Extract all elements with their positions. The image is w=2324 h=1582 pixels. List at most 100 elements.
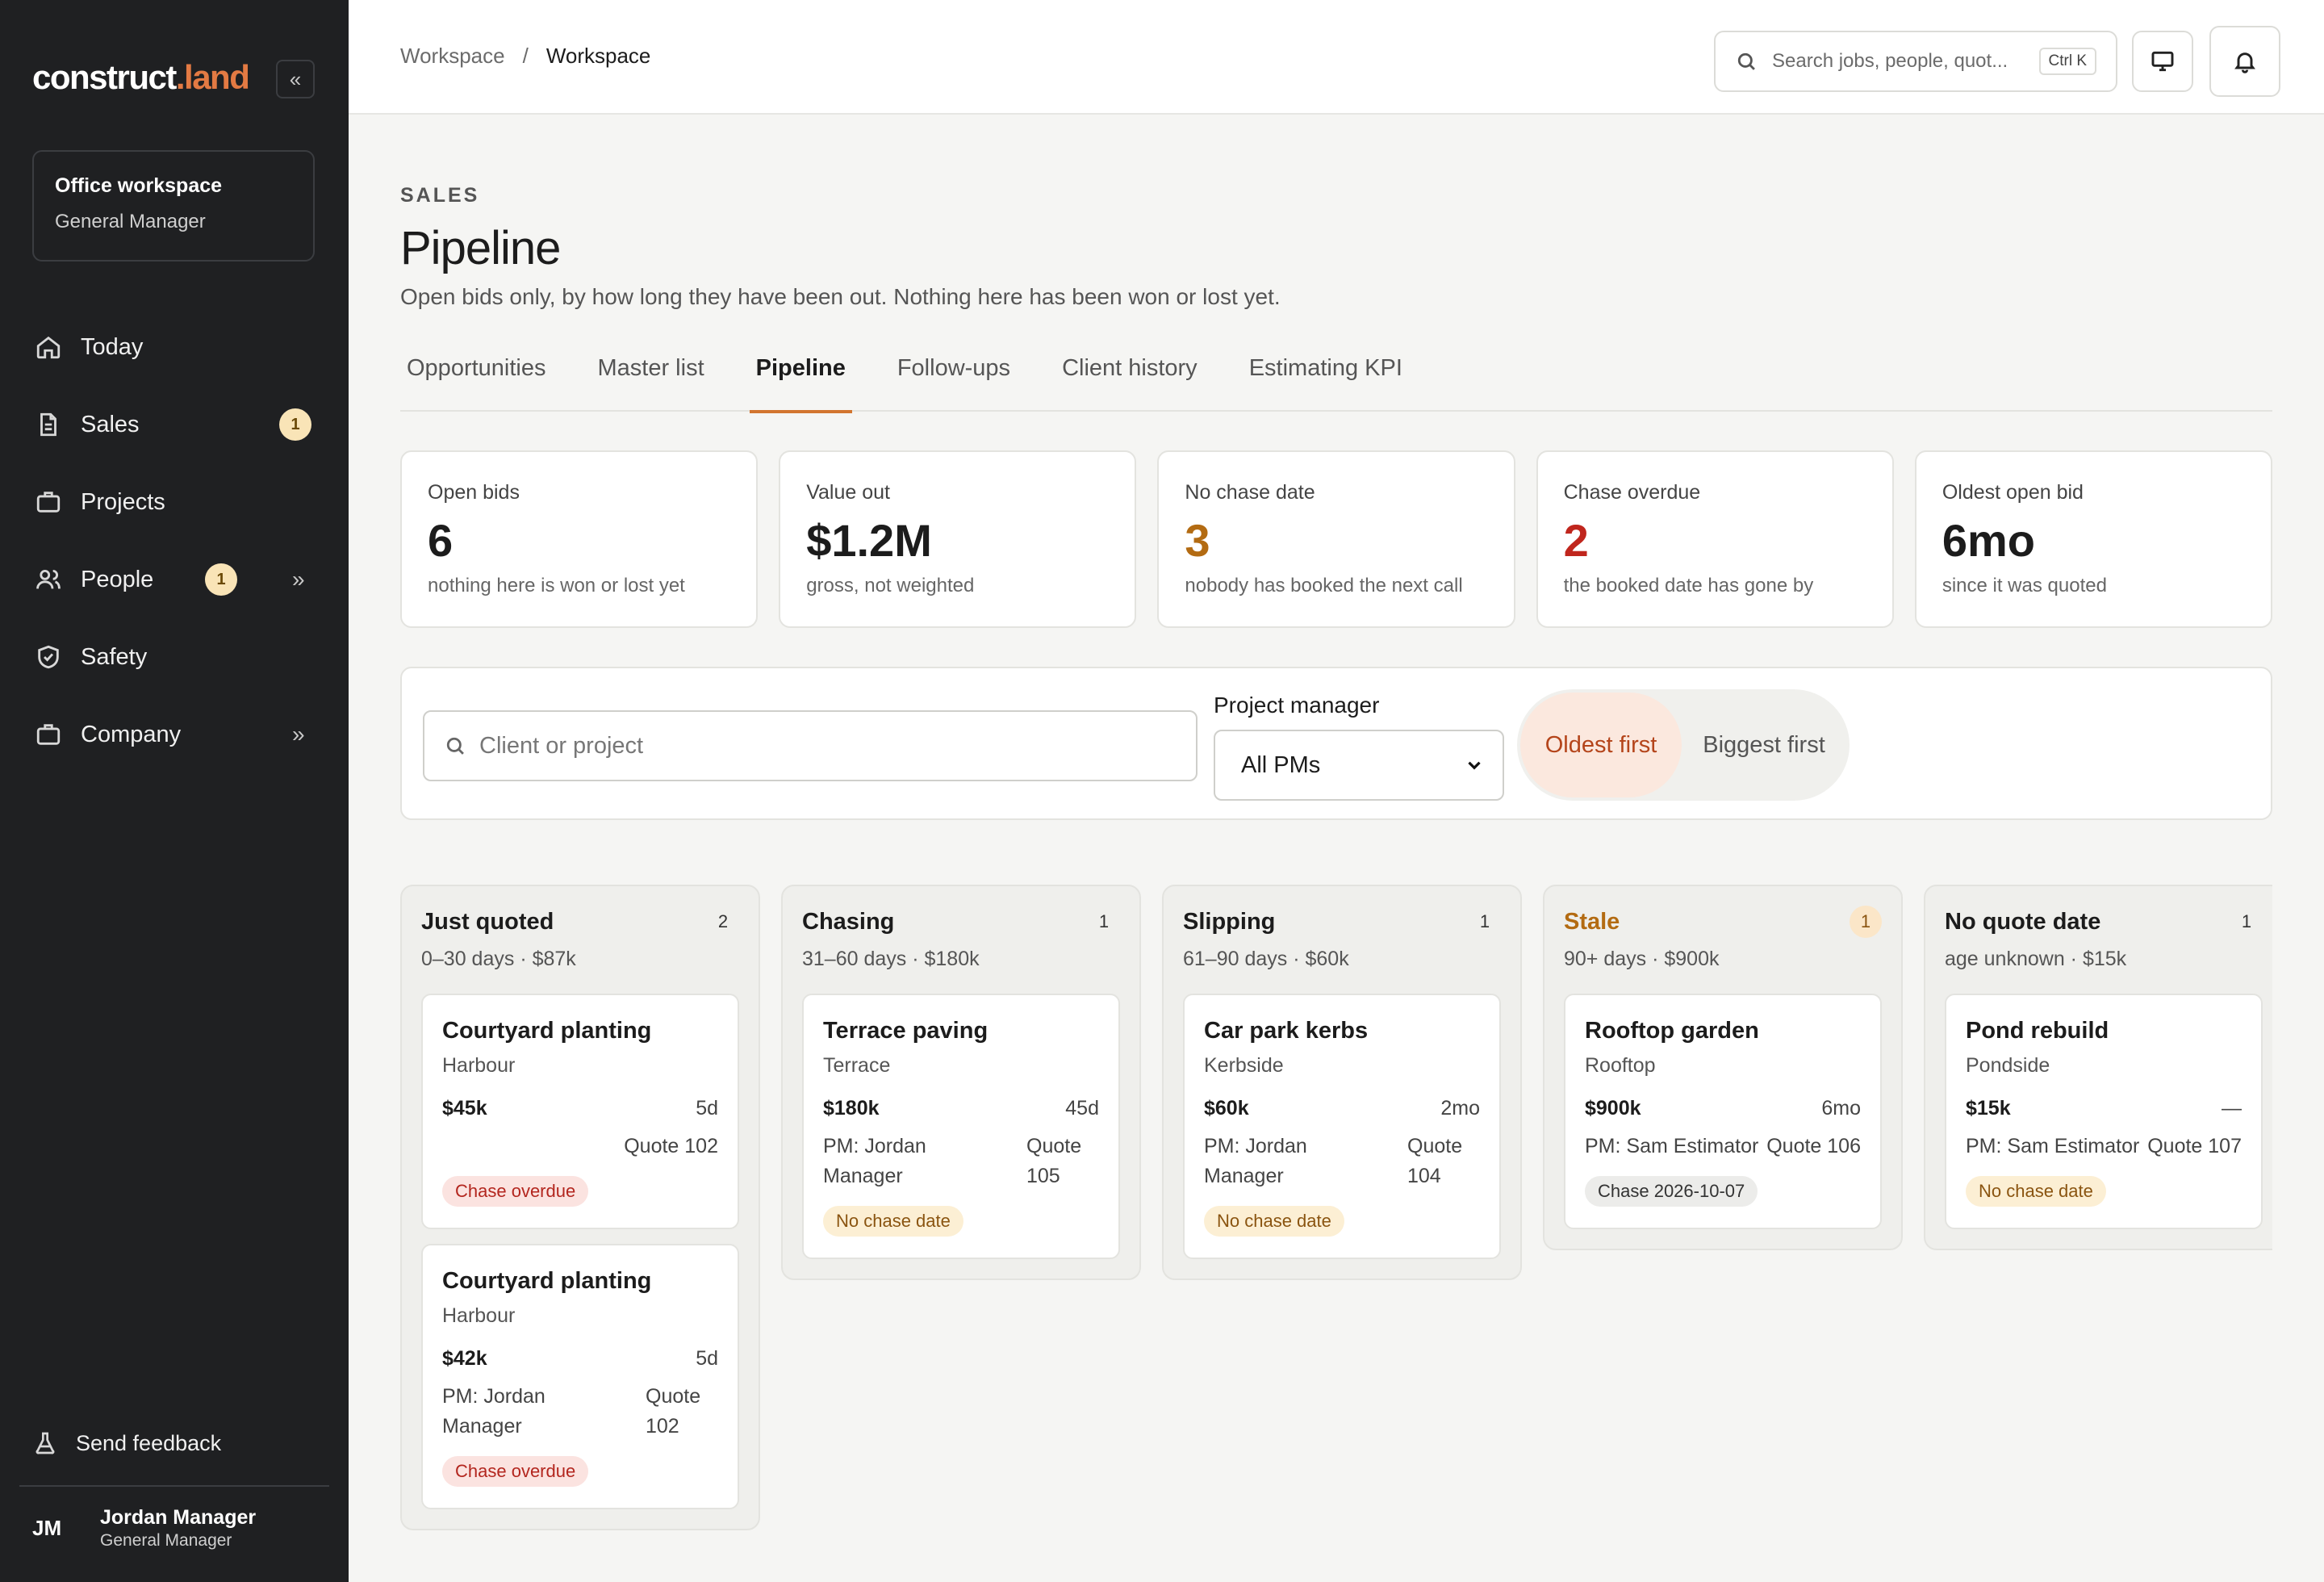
bid-card[interactable]: Terrace paving Terrace $180k 45d PM: Jord…: [802, 994, 1120, 1259]
sidebar-item-safety[interactable]: Safety: [32, 618, 316, 696]
column-title: Slipping: [1183, 908, 1276, 935]
briefcase-icon: [32, 718, 65, 751]
workspace-switcher[interactable]: Office workspace General Manager: [32, 150, 315, 262]
bid-client: Harbour: [442, 1304, 516, 1327]
client-project-search-input[interactable]: Client or project: [423, 710, 1198, 781]
bid-value: $15k: [1966, 1097, 2011, 1120]
tab-follow-ups[interactable]: Follow-ups: [891, 349, 1017, 412]
sidebar-item-label: People: [81, 566, 154, 592]
home-icon: [32, 331, 65, 363]
bid-age: 5d: [696, 1347, 718, 1370]
bell-icon: [2234, 52, 2255, 73]
bid-client: Terrace: [823, 1054, 891, 1077]
select-value: All PMs: [1241, 751, 1321, 778]
collapse-sidebar-button[interactable]: «: [276, 60, 315, 98]
sidebar-item-label: Sales: [81, 411, 140, 437]
sidebar-item-sales[interactable]: Sales 1: [32, 386, 316, 463]
workspace-role: General Manager: [55, 211, 206, 232]
sort-toggle: Oldest first Biggest first: [1517, 689, 1850, 801]
column-summary: 0–30 days · $87k: [421, 948, 576, 970]
pipeline-board: Just quoted 2 0–30 days · $87k Courtyard …: [400, 885, 2272, 1582]
sidebar-item-today[interactable]: Today: [32, 308, 316, 386]
bid-pm: PM: Jordan Manager: [442, 1385, 545, 1438]
bid-value: $45k: [442, 1097, 487, 1120]
display-mode-button[interactable]: [2132, 31, 2193, 92]
stat-label: Value out: [806, 481, 890, 504]
stat-label: Oldest open bid: [1942, 481, 2084, 504]
status-badge: No chase date: [1204, 1206, 1344, 1237]
tab-client-history[interactable]: Client history: [1055, 349, 1204, 412]
notification-badge: 1: [205, 563, 237, 596]
column-summary: age unknown · $15k: [1945, 948, 2127, 970]
stat-label: No chase date: [1185, 481, 1315, 504]
bid-card[interactable]: Pond rebuild Pondside $15k — PM: Sam Esti…: [1945, 994, 2263, 1229]
flask-icon: [36, 1432, 55, 1454]
notification-badge: 1: [279, 408, 311, 441]
breadcrumb-item[interactable]: Workspace: [400, 44, 505, 68]
stat-card-chase-overdue: Chase overdue 2 the booked date has gone…: [1536, 450, 1894, 628]
sort-oldest-first-button[interactable]: Oldest first: [1520, 693, 1682, 797]
monitor-icon: [2151, 51, 2174, 72]
sidebar-item-people[interactable]: People 1 »: [32, 541, 316, 618]
stat-value: 6mo: [1942, 515, 2035, 566]
bid-value: $900k: [1585, 1097, 1641, 1120]
tab-master-list[interactable]: Master list: [591, 349, 711, 412]
stat-note: since it was quoted: [1942, 575, 2107, 596]
sidebar-item-projects[interactable]: Projects: [32, 463, 316, 541]
status-badge: Chase overdue: [442, 1456, 589, 1487]
status-badge: Chase overdue: [442, 1176, 589, 1207]
tab-opportunities[interactable]: Opportunities: [400, 349, 553, 412]
stat-note: the booked date has gone by: [1563, 575, 1814, 596]
expand-chevron-icon[interactable]: »: [292, 722, 305, 747]
project-manager-select[interactable]: All PMs: [1214, 730, 1504, 801]
bid-card[interactable]: Courtyard planting Harbour $42k 5d PM: Jo…: [421, 1244, 739, 1509]
send-feedback-button[interactable]: Send feedback: [32, 1430, 221, 1456]
bid-card[interactable]: Car park kerbs Kerbside $60k 2mo PM: Jord…: [1183, 994, 1501, 1259]
page-subtitle: Open bids only, by how long they have be…: [400, 284, 1281, 309]
column-title: Just quoted: [421, 908, 554, 935]
column-summary: 90+ days · $900k: [1564, 948, 1720, 970]
sort-biggest-first-button[interactable]: Biggest first: [1682, 693, 1846, 797]
workspace-name: Office workspace: [55, 174, 223, 197]
breadcrumb-separator: /: [522, 44, 529, 68]
stat-label: Chase overdue: [1563, 481, 1701, 504]
filter-bar: Client or project Project manager All PM…: [400, 667, 2272, 820]
global-search-input[interactable]: Search jobs, people, quot... Ctrl K: [1714, 31, 2117, 92]
bid-pm: PM: Jordan Manager: [1204, 1135, 1307, 1187]
status-badge: No chase date: [823, 1206, 963, 1237]
bid-value: $180k: [823, 1097, 880, 1120]
stat-card-open-bids: Open bids 6 nothing here is won or lost …: [400, 450, 759, 628]
bid-title: Courtyard planting: [442, 1018, 652, 1044]
bid-card[interactable]: Courtyard planting Harbour $45k 5d Quote …: [421, 994, 739, 1229]
expand-chevron-icon[interactable]: »: [292, 567, 305, 592]
brand-logo[interactable]: construct.land: [32, 58, 250, 97]
sidebar-item-label: Projects: [81, 488, 165, 515]
tab-pipeline[interactable]: Pipeline: [749, 349, 853, 413]
page-title: Pipeline: [400, 222, 561, 274]
bid-quote: Quote 105: [1026, 1135, 1082, 1187]
search-icon: [1737, 52, 1755, 70]
bid-age: 2mo: [1440, 1097, 1480, 1120]
bid-card[interactable]: Rooftop garden Rooftop $900k 6mo PM: Sam …: [1564, 994, 1882, 1229]
notifications-button[interactable]: [2209, 26, 2280, 97]
bid-pm: PM: Jordan Manager: [823, 1135, 926, 1187]
bid-pm: PM: Sam Estimator: [1966, 1135, 2140, 1157]
bid-quote: Quote 107: [2147, 1135, 2242, 1157]
stat-note: gross, not weighted: [806, 575, 975, 596]
sidebar: construct.land « Office workspace Genera…: [0, 0, 349, 1582]
stat-value: 2: [1563, 515, 1589, 566]
sidebar-nav: Today Sales 1 Projects People 1 » Safety…: [32, 308, 316, 773]
shield-icon: [32, 641, 65, 673]
column-count: 1: [1479, 911, 1490, 931]
stat-note: nothing here is won or lost yet: [428, 575, 685, 596]
avatar: JM: [32, 1516, 62, 1540]
search-placeholder: Client or project: [479, 732, 644, 759]
stat-value: $1.2M: [806, 515, 932, 566]
bid-value: $42k: [442, 1347, 487, 1370]
sidebar-item-company[interactable]: Company »: [32, 696, 316, 773]
tab-estimating-kpi[interactable]: Estimating KPI: [1243, 349, 1409, 412]
people-icon: [32, 563, 65, 596]
bid-quote: Quote 104: [1407, 1135, 1463, 1187]
user-menu[interactable]: JM Jordan Manager General Manager: [32, 1506, 256, 1551]
bid-client: Kerbside: [1204, 1054, 1284, 1077]
